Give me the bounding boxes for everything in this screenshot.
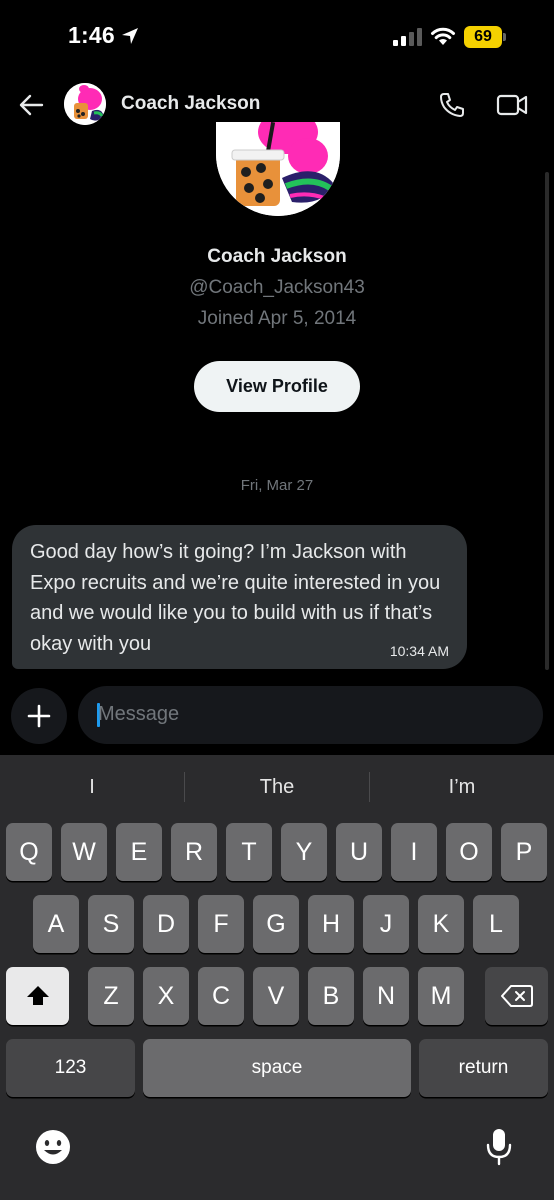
- profile-avatar[interactable]: [216, 122, 340, 216]
- battery-level: 69: [464, 26, 502, 48]
- emoji-icon[interactable]: [34, 1128, 72, 1166]
- numbers-key[interactable]: 123: [6, 1039, 135, 1097]
- signal-icon: [393, 28, 422, 46]
- avatar[interactable]: [64, 83, 106, 125]
- suggestion-2[interactable]: The: [185, 770, 369, 804]
- key-z[interactable]: Z: [88, 967, 134, 1025]
- phone-icon[interactable]: [438, 91, 466, 119]
- key-f[interactable]: F: [198, 895, 244, 953]
- key-l[interactable]: L: [473, 895, 519, 953]
- location-arrow-icon: [122, 28, 138, 44]
- delete-icon: [500, 985, 533, 1007]
- key-n[interactable]: N: [363, 967, 409, 1025]
- keyboard: I The I’m Q W E R T Y U I O P A S D F G …: [0, 755, 554, 1200]
- key-v[interactable]: V: [253, 967, 299, 1025]
- key-c[interactable]: C: [198, 967, 244, 1025]
- status-time: 1:46: [68, 22, 115, 48]
- key-y[interactable]: Y: [281, 823, 327, 881]
- key-k[interactable]: K: [418, 895, 464, 953]
- profile-joined-date: Joined Apr 5, 2014: [197, 308, 357, 329]
- space-key[interactable]: space: [143, 1039, 411, 1097]
- key-u[interactable]: U: [336, 823, 382, 881]
- add-attachment-button[interactable]: [11, 688, 67, 744]
- key-b[interactable]: B: [308, 967, 354, 1025]
- key-g[interactable]: G: [253, 895, 299, 953]
- profile-handle: @Coach_Jackson43: [189, 277, 365, 298]
- key-o[interactable]: O: [446, 823, 492, 881]
- profile-name: Coach Jackson: [207, 246, 347, 267]
- key-e[interactable]: E: [116, 823, 162, 881]
- message-bubble[interactable]: Good day how’s it going? I’m Jackson wit…: [12, 525, 467, 669]
- message-placeholder: Message: [98, 703, 180, 725]
- back-arrow-icon[interactable]: [18, 92, 44, 118]
- status-bar: 1:46 69: [0, 0, 554, 76]
- video-icon[interactable]: [496, 92, 528, 118]
- date-separator: Fri, Mar 27: [240, 477, 314, 494]
- message-text: Good day how’s it going? I’m Jackson wit…: [30, 541, 441, 655]
- key-d[interactable]: D: [143, 895, 189, 953]
- key-r[interactable]: R: [171, 823, 217, 881]
- suggestion-3[interactable]: I’m: [370, 770, 554, 804]
- key-i[interactable]: I: [391, 823, 437, 881]
- shift-icon: [26, 986, 49, 1005]
- key-p[interactable]: P: [501, 823, 547, 881]
- wifi-icon: [431, 27, 455, 45]
- key-m[interactable]: M: [418, 967, 464, 1025]
- message-timestamp: 10:34 AM: [389, 643, 449, 659]
- suggestion-1[interactable]: I: [0, 770, 184, 804]
- battery-icon: 69: [464, 26, 506, 48]
- plus-icon: [27, 704, 51, 728]
- microphone-icon[interactable]: [484, 1127, 514, 1167]
- scrollbar[interactable]: [545, 172, 549, 670]
- message-input[interactable]: Message: [78, 686, 543, 744]
- profile-avatar-image-icon: [216, 122, 340, 216]
- header-title[interactable]: Coach Jackson: [121, 93, 260, 115]
- key-w[interactable]: W: [61, 823, 107, 881]
- key-t[interactable]: T: [226, 823, 272, 881]
- shift-key[interactable]: [6, 967, 69, 1025]
- key-j[interactable]: J: [363, 895, 409, 953]
- key-s[interactable]: S: [88, 895, 134, 953]
- key-h[interactable]: H: [308, 895, 354, 953]
- view-profile-button[interactable]: View Profile: [194, 361, 360, 412]
- avatar-image-icon: [64, 83, 106, 125]
- delete-key[interactable]: [485, 967, 548, 1025]
- battery-tip: [503, 33, 506, 41]
- return-key[interactable]: return: [419, 1039, 548, 1097]
- key-q[interactable]: Q: [6, 823, 52, 881]
- key-a[interactable]: A: [33, 895, 79, 953]
- key-x[interactable]: X: [143, 967, 189, 1025]
